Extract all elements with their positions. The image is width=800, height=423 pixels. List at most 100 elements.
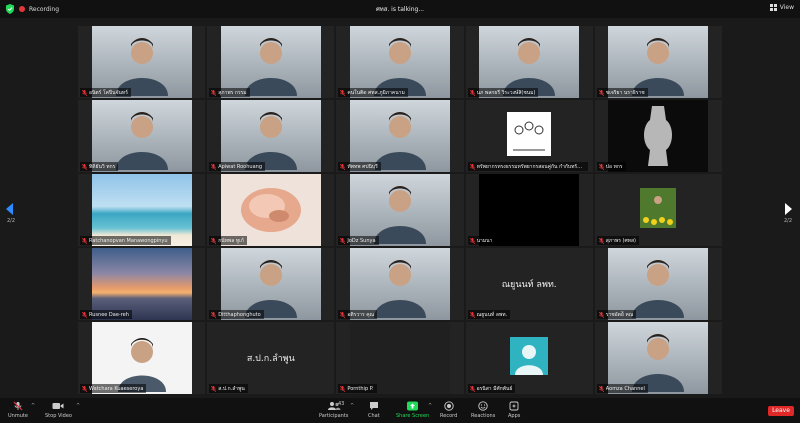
participant-name-bar: ทัพทพ ศปนิบุรี <box>338 162 381 171</box>
gallery-grid: อนิตร์ โคปิ่นจันทร์ สุภาพร กรรม คนในติด ศท… <box>78 26 722 394</box>
muted-microphone-icon <box>340 89 346 96</box>
muted-microphone-icon <box>340 237 346 244</box>
muted-microphone-icon <box>13 401 23 411</box>
participant-name: JoDz Sunya <box>347 237 376 244</box>
participant-tile[interactable]: กนัทพล ทูเก้ <box>207 174 335 246</box>
unmute-button[interactable]: Unmute <box>8 401 28 419</box>
participant-tile[interactable]: Ratchanopvan Manawongpinyu <box>78 174 206 246</box>
participant-tile[interactable]: Rusnee Dae-reh <box>78 248 206 320</box>
participant-name: กนัทพล ทูเก้ <box>218 237 244 244</box>
meeting-toolbar: Unmute ^ Stop Video ^ Participants 43 ^ … <box>0 398 800 423</box>
participant-name: ณยูนนท์ ลพท. <box>476 311 508 318</box>
participant-name: นามนา <box>476 237 493 244</box>
participant-name-bar: ทรัพยากรทรงธรรมทรัพยากรสอนคู่กัน กำกับทร… <box>467 162 588 171</box>
participant-name-bar: ปอ ทกร <box>596 162 626 171</box>
participant-tile[interactable]: อติรวาร คุณ <box>336 248 464 320</box>
participant-name-bar: ทิดิยันวิ ทกร <box>80 162 119 171</box>
leave-button[interactable]: Leave <box>768 406 794 416</box>
participant-name-bar: ราชอัตย์ี คณ <box>596 310 637 319</box>
muted-microphone-icon <box>82 237 87 244</box>
participant-name: Ratchanopvan Manawongpinyu <box>89 237 168 244</box>
video-options-caret-icon[interactable]: ^ <box>76 403 80 409</box>
participant-tile[interactable]: ณยูนนท์ ลพท. ณยูนนท์ ลพท. <box>465 248 593 320</box>
participant-name: Watchara Kuaeseroya <box>89 385 144 392</box>
participant-tile[interactable]: Pornthip P. <box>336 322 464 394</box>
participant-name-bar: สุภาพร กรรม <box>209 88 250 97</box>
apps-button[interactable]: Apps <box>508 401 520 419</box>
record-button[interactable]: Record <box>440 401 457 419</box>
participant-name: ราชอัตย์ี คณ <box>605 311 634 318</box>
reactions-label: Reactions <box>471 413 496 419</box>
view-label: View <box>779 4 794 11</box>
participant-tile[interactable]: ราชอัตย์ี คณ <box>594 248 722 320</box>
participant-name-bar: Ratchanopvan Manawongpinyu <box>80 236 171 245</box>
participant-tile[interactable]: ปอ ทกร <box>594 100 722 172</box>
participants-options-caret-icon[interactable]: ^ <box>350 403 354 409</box>
participant-name-bar: Apiwat Roohuang <box>209 162 265 171</box>
participant-tile[interactable]: JoDz Sunya <box>336 174 464 246</box>
active-speaker-label: ศทส. is talking... <box>375 6 425 13</box>
participant-tile[interactable]: Apiwat Roohuang <box>207 100 335 172</box>
audio-options-caret-icon[interactable]: ^ <box>31 403 35 409</box>
muted-microphone-icon <box>598 385 604 392</box>
participant-tile[interactable]: ทิดิยันวิ ทกร <box>78 100 206 172</box>
participant-tile[interactable]: สุภาพร กรรม <box>207 26 335 98</box>
previous-page-arrow-icon[interactable] <box>6 203 13 215</box>
participant-tile[interactable]: อนิตร์ โคปิ่นจันทร์ <box>78 26 206 98</box>
view-button[interactable]: View <box>769 4 794 11</box>
muted-microphone-icon <box>469 163 475 170</box>
participant-name: ปอ ทกร <box>605 163 623 170</box>
video-camera-icon <box>52 403 64 409</box>
participant-tile[interactable]: ทรัพยากรทรงธรรมทรัพยากรสอนคู่กัน กำกับทร… <box>465 100 593 172</box>
stop-video-label: Stop Video <box>45 413 72 419</box>
apps-label: Apps <box>508 413 521 419</box>
chat-label: Chat <box>368 413 380 419</box>
top-bar: Recording ศทส. is talking... View <box>0 0 800 18</box>
participant-tile[interactable]: ทัพทพ ศปนิบุรี <box>336 100 464 172</box>
muted-microphone-icon <box>340 385 346 392</box>
participant-tile[interactable]: นภ พลกธรี วิระวงษ์สิ(ชนม) <box>465 26 593 98</box>
page-indicator-right: 2/2 <box>783 218 792 224</box>
participant-name: Aomza Channel <box>605 385 645 392</box>
participant-tile[interactable]: Aomza Channel <box>594 322 722 394</box>
muted-microphone-icon <box>598 163 604 170</box>
participant-tile[interactable]: สุภาพร (ศทส) <box>594 174 722 246</box>
participant-name: ส.ป.ก.ลำพูน <box>218 385 245 392</box>
participant-name-bar: ณยูนนท์ ลพท. <box>467 310 511 319</box>
muted-microphone-icon <box>598 237 604 244</box>
share-screen-icon <box>407 401 419 411</box>
chat-button[interactable]: Chat <box>368 401 380 419</box>
participant-name: นภ พลกธรี วิระวงษ์สิ(ชนม) <box>476 89 536 96</box>
share-screen-label: Share Screen <box>396 413 430 419</box>
participant-tile[interactable]: Ditthaphonghuto <box>207 248 335 320</box>
participant-tile[interactable]: อรนิสา มีศักพันธ์ <box>465 322 593 394</box>
participant-name-bar: อนิตร์ โคปิ่นจันทร์ <box>80 88 131 97</box>
participant-tile[interactable]: ชเจริยา นราธิราช <box>594 26 722 98</box>
muted-microphone-icon <box>469 311 475 318</box>
muted-microphone-icon <box>469 385 475 392</box>
participant-tile[interactable]: ส.ป.ก.ลำพูน ส.ป.ก.ลำพูน <box>207 322 335 394</box>
muted-microphone-icon <box>340 163 346 170</box>
participant-tile[interactable]: Watchara Kuaeseroya <box>78 322 206 394</box>
participant-name-bar: Rusnee Dae-reh <box>80 310 132 319</box>
next-page-arrow-icon[interactable] <box>785 203 792 215</box>
grid-view-icon <box>769 4 777 11</box>
participant-name-bar: นภ พลกธรี วิระวงษ์สิ(ชนม) <box>467 88 539 97</box>
participant-tile[interactable]: คนในติด ศทส.ภูมิภาคนาม <box>336 26 464 98</box>
participant-name: อรนิสา มีศักพันธ์ <box>476 385 513 392</box>
participant-name-bar: อรนิสา มีศักพันธ์ <box>467 384 516 393</box>
participant-name-bar: ชเจริยา นราธิราช <box>596 88 648 97</box>
share-options-caret-icon[interactable]: ^ <box>428 403 432 409</box>
participant-name-bar: Ditthaphonghuto <box>209 310 264 319</box>
stop-video-button[interactable]: Stop Video <box>45 401 72 419</box>
participants-count: 43 <box>338 401 345 407</box>
participant-name-bar: Pornthip P. <box>338 384 377 393</box>
participant-name: Pornthip P. <box>347 385 374 392</box>
participant-name: คนในติด ศทส.ภูมิภาคนาม <box>347 89 405 96</box>
participant-tile[interactable]: นามนา <box>465 174 593 246</box>
participant-name: Apiwat Roohuang <box>218 163 262 170</box>
participant-name-bar: คนในติด ศทส.ภูมิภาคนาม <box>338 88 408 97</box>
share-screen-button[interactable]: Share Screen <box>396 401 429 419</box>
participant-name: ทิดิยันวิ ทกร <box>89 163 116 170</box>
reactions-button[interactable]: Reactions <box>471 401 495 419</box>
